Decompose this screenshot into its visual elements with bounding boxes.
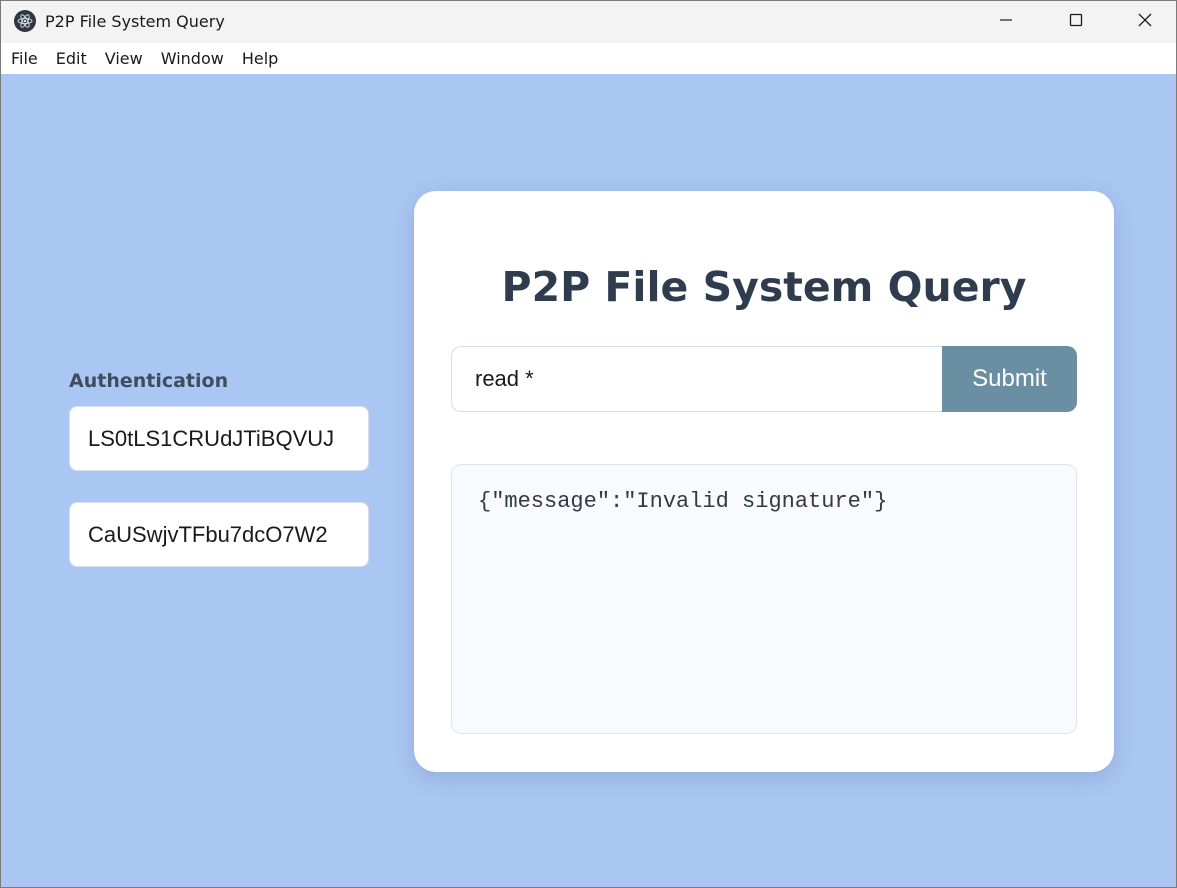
window-title: P2P File System Query [45,12,225,31]
query-input[interactable] [451,346,942,412]
minimize-button[interactable] [971,1,1041,43]
query-form: Submit [451,346,1077,412]
authentication-label: Authentication [69,370,229,392]
minimize-icon [998,12,1014,33]
menu-view[interactable]: View [105,49,143,68]
auth-key-2-input[interactable] [69,502,369,567]
menu-edit[interactable]: Edit [56,49,87,68]
menu-help[interactable]: Help [242,49,278,68]
page-title: P2P File System Query [501,263,1027,311]
app-content: Authentication P2P File System Query Sub… [1,74,1176,887]
menu-window[interactable]: Window [161,49,224,68]
menu-file[interactable]: File [11,49,38,68]
menu-bar: File Edit View Window Help [1,43,1176,74]
result-output: {"message":"Invalid signature"} [451,464,1077,734]
submit-button[interactable]: Submit [942,346,1077,412]
close-icon [1137,12,1153,33]
maximize-icon [1068,12,1084,33]
auth-key-1-input[interactable] [69,406,369,471]
query-card: P2P File System Query Submit {"message":… [414,191,1114,772]
title-bar: P2P File System Query [1,1,1176,43]
electron-atom-icon [14,10,36,32]
maximize-button[interactable] [1041,1,1111,43]
close-button[interactable] [1111,1,1176,43]
app-window: P2P File System Query File Edit View Win… [0,0,1177,888]
